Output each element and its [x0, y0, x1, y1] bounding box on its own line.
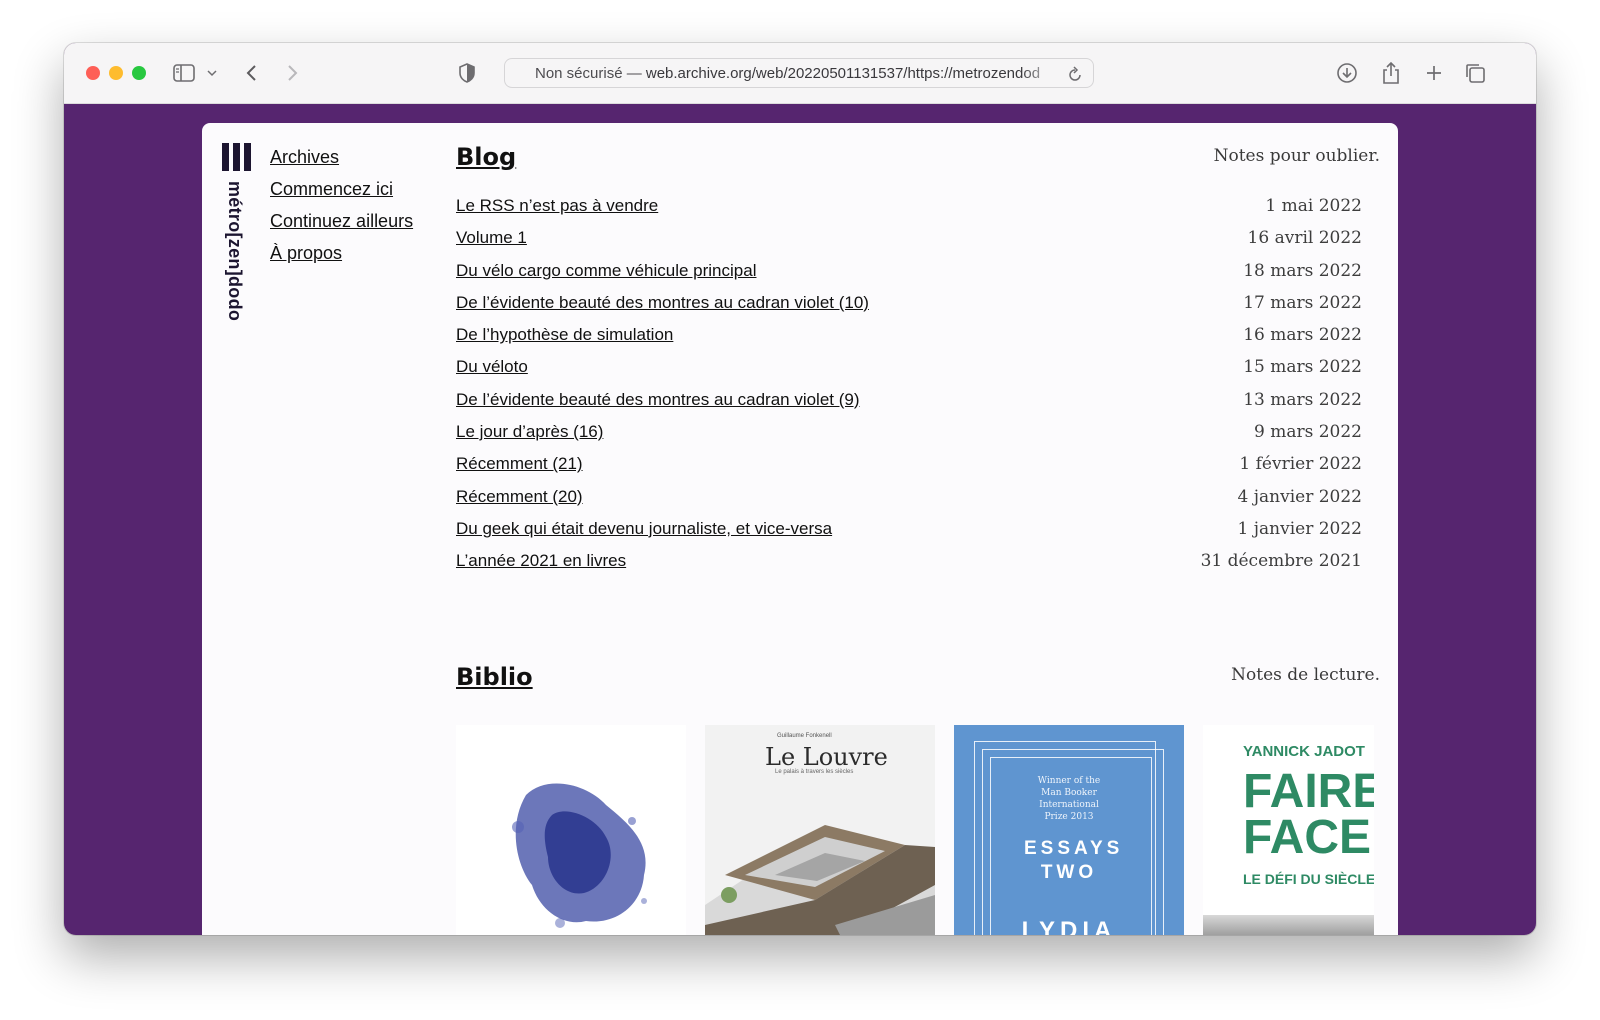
post-link[interactable]: De l’hypothèse de simulation: [456, 324, 673, 346]
post-row: L’année 2021 en livres 31 décembre 2021: [456, 550, 1362, 582]
address-url: web.archive.org/web/20220501131537/https…: [645, 65, 1041, 82]
reload-icon[interactable]: [1067, 65, 1083, 83]
book-cover-essays-two[interactable]: Winner of the Man Booker International P…: [954, 725, 1184, 935]
nav-continuez-ailleurs[interactable]: Continuez ailleurs: [270, 210, 413, 242]
nav-commencez-ici[interactable]: Commencez ici: [270, 178, 413, 210]
minimize-window-button[interactable]: [109, 66, 123, 80]
book-cover-faire-face[interactable]: YANNICK JADOT FAIRE FACE LE DÉFI DU SIÈC…: [1203, 725, 1374, 935]
biblio-heading[interactable]: Biblio: [456, 663, 533, 691]
post-date: 16 mars 2022: [1243, 325, 1362, 346]
nav-archives[interactable]: Archives: [270, 146, 413, 178]
post-link[interactable]: Récemment (21): [456, 453, 583, 475]
forward-icon[interactable]: [280, 59, 304, 87]
post-link[interactable]: Du véloto: [456, 356, 528, 378]
essays-title: ESSAYS TWO: [1024, 838, 1124, 883]
post-row: De l’évidente beauté des montres au cadr…: [456, 292, 1362, 324]
faire-face-photo: [1203, 915, 1374, 935]
address-text: Non sécurisé — web.archive.org/web/20220…: [535, 65, 1053, 82]
post-date: 9 mars 2022: [1254, 422, 1362, 443]
share-icon[interactable]: [1378, 59, 1404, 87]
post-date: 1 mai 2022: [1265, 196, 1362, 216]
web-page: métro[zen]dodo Archives Commencez ici Co…: [202, 123, 1398, 935]
post-row: Du geek qui était devenu journaliste, et…: [456, 518, 1362, 550]
address-bar[interactable]: Non sécurisé — web.archive.org/web/20220…: [504, 58, 1094, 88]
tab-overview-icon[interactable]: [1462, 59, 1488, 87]
post-link[interactable]: Du geek qui était devenu journaliste, et…: [456, 518, 832, 540]
chevron-down-icon[interactable]: [204, 59, 220, 87]
post-link[interactable]: Récemment (20): [456, 486, 583, 508]
faire-face-author: YANNICK JADOT: [1243, 743, 1365, 760]
new-tab-icon[interactable]: [1422, 59, 1446, 87]
ink-blot-illustration: [512, 783, 647, 928]
browser-window: Non sécurisé — web.archive.org/web/20220…: [64, 43, 1536, 935]
site-logo-text[interactable]: métro[zen]dodo: [224, 181, 245, 321]
post-link[interactable]: Le RSS n’est pas à vendre: [456, 195, 658, 217]
biblio-book-covers: Guillaume Fonkenell Le Louvre Le palais …: [456, 725, 1374, 935]
zoom-window-button[interactable]: [132, 66, 146, 80]
post-link[interactable]: L’année 2021 en livres: [456, 550, 626, 572]
site-logo-mark[interactable]: [222, 143, 251, 171]
post-date: 1 février 2022: [1239, 454, 1362, 475]
post-link[interactable]: De l’évidente beauté des montres au cadr…: [456, 292, 869, 314]
book-cover-louvre[interactable]: Guillaume Fonkenell Le Louvre Le palais …: [705, 725, 935, 935]
privacy-shield-icon[interactable]: [456, 59, 478, 87]
post-row: Récemment (20) 4 janvier 2022: [456, 486, 1362, 518]
post-row: De l’évidente beauté des montres au cadr…: [456, 389, 1362, 421]
close-window-button[interactable]: [86, 66, 100, 80]
post-link[interactable]: Volume 1: [456, 227, 527, 249]
essays-author: LYDIA: [1021, 917, 1117, 935]
sidebar-toggle-icon[interactable]: [172, 59, 196, 87]
post-row: Du vélo cargo comme véhicule principal 18…: [456, 260, 1362, 292]
site-nav: Archives Commencez ici Continuez ailleur…: [270, 146, 413, 274]
post-link[interactable]: De l’évidente beauté des montres au cadr…: [456, 389, 860, 411]
book-cover-ink[interactable]: [456, 725, 686, 935]
post-date: 1 janvier 2022: [1237, 518, 1362, 539]
post-date: 31 décembre 2021: [1200, 551, 1362, 572]
post-row: Du véloto 15 mars 2022: [456, 356, 1362, 388]
blog-tagline: Notes pour oublier.: [1213, 146, 1380, 166]
post-row: Volume 1 16 avril 2022: [456, 227, 1362, 259]
post-date: 17 mars 2022: [1243, 292, 1362, 313]
blog-heading[interactable]: Blog: [456, 143, 516, 171]
essays-prize-note: Winner of the Man Booker International P…: [1037, 776, 1101, 822]
blog-post-list: Le RSS n’est pas à vendre 1 mai 2022 Volu…: [456, 195, 1362, 583]
address-fade: [1021, 61, 1061, 87]
downloads-icon[interactable]: [1334, 59, 1360, 87]
post-date: 15 mars 2022: [1243, 357, 1362, 378]
post-date: 4 janvier 2022: [1237, 486, 1362, 507]
browser-toolbar: Non sécurisé — web.archive.org/web/20220…: [64, 43, 1536, 104]
post-date: 18 mars 2022: [1243, 260, 1362, 281]
faire-face-subtitle: LE DÉFI DU SIÈCLE: [1243, 871, 1374, 887]
post-row: Récemment (21) 1 février 2022: [456, 453, 1362, 485]
nav-a-propos[interactable]: À propos: [270, 242, 413, 274]
post-row: Le RSS n’est pas à vendre 1 mai 2022: [456, 195, 1362, 227]
louvre-aerial-illustration: [705, 825, 935, 935]
back-icon[interactable]: [240, 59, 264, 87]
post-row: Le jour d’après (16) 9 mars 2022: [456, 421, 1362, 453]
faire-face-title: FAIRE FACE: [1243, 765, 1374, 864]
post-row: De l’hypothèse de simulation 16 mars 2022: [456, 324, 1362, 356]
post-date: 13 mars 2022: [1243, 389, 1362, 410]
post-link[interactable]: Du vélo cargo comme véhicule principal: [456, 260, 756, 282]
post-link[interactable]: Le jour d’après (16): [456, 421, 603, 443]
post-date: 16 avril 2022: [1247, 228, 1362, 249]
address-security-label: Non sécurisé —: [535, 65, 646, 82]
biblio-tagline: Notes de lecture.: [1231, 665, 1380, 685]
